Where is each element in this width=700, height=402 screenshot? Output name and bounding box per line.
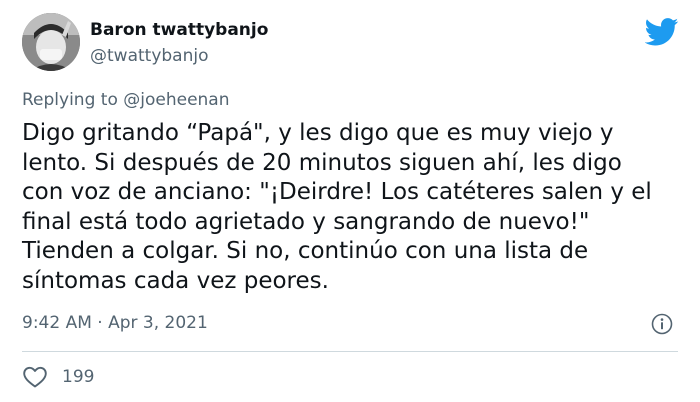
replying-to: Replying to @joeheenan — [22, 90, 230, 110]
twitter-bird-icon[interactable] — [644, 18, 679, 46]
tweet-text-line: lento. Si después de 20 minutos siguen a… — [22, 149, 622, 176]
tweet-text: Digo gritando “Papá", y les digo que es … — [22, 119, 682, 296]
tweet-timestamp[interactable]: 9:42 AM · Apr 3, 2021 — [22, 313, 208, 333]
author-handle[interactable]: @twattybanjo — [90, 46, 209, 66]
tweet-text-line: Digo gritando “Papá", y les digo que es … — [22, 120, 614, 146]
tweet-text-line: Tienden a colgar. Si no, continúo con un… — [22, 238, 589, 264]
replying-to-label: Replying to — [22, 90, 118, 110]
heart-icon[interactable] — [22, 365, 48, 389]
like-count: 199 — [62, 367, 95, 387]
avatar[interactable] — [22, 13, 80, 71]
info-icon[interactable] — [651, 313, 673, 335]
author-display-name[interactable]: Baron twattybanjo — [90, 20, 268, 40]
tweet-text-line: síntomas cada vez peores. — [22, 267, 329, 294]
tweet-text-line: con voz de anciano: "¡Deirdre! Los catét… — [22, 179, 652, 205]
like-button[interactable]: 199 — [22, 365, 94, 389]
divider — [22, 351, 678, 352]
tweet-text-line: final está todo agrietado y sangrando de… — [22, 208, 590, 235]
reply-mention-link[interactable]: @joeheenan — [123, 90, 229, 110]
